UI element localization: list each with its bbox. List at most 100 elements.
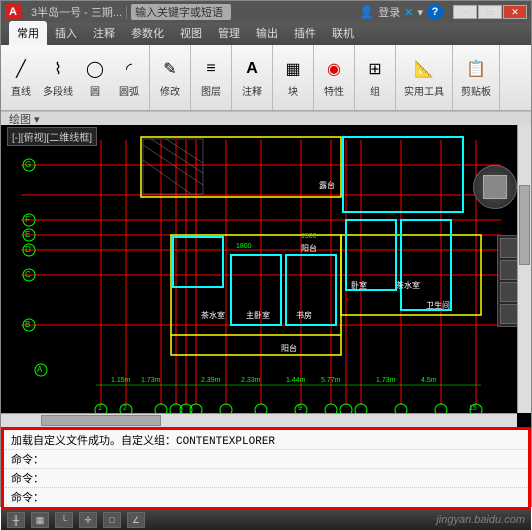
tab-view[interactable]: 视图	[172, 21, 210, 45]
col-label: 9	[298, 405, 302, 412]
cmd-history-line: 加载自定义文件成功。自定义组：CONTENTEXPLORER	[5, 431, 527, 450]
polyline-button[interactable]: ⌇多段线	[39, 55, 77, 100]
line-icon: ╱	[9, 57, 33, 81]
search-input[interactable]: 输入关键字或短语	[131, 4, 231, 20]
status-grid[interactable]: ▦	[31, 512, 49, 528]
dim-label: 1500	[301, 233, 317, 240]
layer-icon: ≡	[199, 57, 223, 81]
room-label: 茶水室	[201, 310, 225, 321]
block-button[interactable]: ▦块	[277, 55, 309, 100]
text-icon: A	[240, 57, 264, 81]
grid-label: E	[25, 230, 30, 239]
tab-plugin[interactable]: 插件	[286, 21, 324, 45]
ribbon: ╱直线 ⌇多段线 ◯圆 ◜圆弧 ✎修改 ≡图层 A注释 ▦块 ◉特性 ⊞组 📐实…	[1, 45, 531, 111]
quick-access-toolbar: A 3半岛一号 - 三期... 输入关键字或短语 👤 登录 ✕ ▾ ? ─ ▭ …	[1, 1, 531, 23]
grid-label: D	[25, 245, 31, 254]
tab-manage[interactable]: 管理	[210, 21, 248, 45]
room-label: 露台	[319, 180, 335, 191]
tab-annotate[interactable]: 注释	[85, 21, 123, 45]
dim-label: 5.77m	[321, 377, 340, 384]
dim-label: 2.33m	[241, 377, 260, 384]
dim-label: 2.39m	[201, 377, 220, 384]
panel-modify: ✎修改	[150, 45, 191, 110]
status-polar[interactable]: ✛	[79, 512, 97, 528]
help-button[interactable]: ?	[427, 4, 443, 20]
panel-block: ▦块	[273, 45, 314, 110]
dim-label: 1.15m	[111, 377, 130, 384]
tab-output[interactable]: 输出	[248, 21, 286, 45]
clip-button[interactable]: 📋剪贴板	[457, 55, 495, 100]
room-label: 主卧室	[246, 310, 270, 321]
panel-clip: 📋剪贴板	[453, 45, 500, 110]
status-ortho[interactable]: └	[55, 512, 73, 528]
title-text: 3半岛一号 - 三期...	[31, 4, 122, 20]
modify-icon: ✎	[158, 57, 182, 81]
line-button[interactable]: ╱直线	[5, 55, 37, 100]
status-osnap[interactable]: □	[103, 512, 121, 528]
col-label: 1	[98, 405, 102, 412]
login-link[interactable]: 登录	[378, 4, 400, 20]
tab-parametric[interactable]: 参数化	[123, 21, 172, 45]
room-label: 阳台	[301, 243, 317, 254]
polyline-icon: ⌇	[46, 57, 70, 81]
tab-insert[interactable]: 插入	[47, 21, 85, 45]
minimize-button[interactable]: ─	[453, 5, 477, 19]
scrollbar-vertical[interactable]	[517, 125, 531, 413]
drawing-area[interactable]: [-][俯视][二维线框]	[1, 125, 531, 427]
group-icon: ⊞	[363, 57, 387, 81]
dim-label: 1.73m	[141, 377, 160, 384]
col-label: 15	[469, 405, 477, 412]
annot-button[interactable]: A注释	[236, 55, 268, 100]
prop-button[interactable]: ◉特性	[318, 55, 350, 100]
modify-button[interactable]: ✎修改	[154, 55, 186, 100]
status-snap[interactable]: ╫	[7, 512, 25, 528]
grid-label: G	[25, 160, 31, 169]
panel-group: ⊞组	[355, 45, 396, 110]
panel-annot: A注释	[232, 45, 273, 110]
command-window[interactable]: 加载自定义文件成功。自定义组：CONTENTEXPLORER 命令： 命令： 命…	[1, 427, 531, 510]
dim-label: 1.73m	[376, 377, 395, 384]
status-bar: ╫ ▦ └ ✛ □ ∠ jingyan.baidu.com	[1, 510, 531, 530]
panel-prop: ◉特性	[314, 45, 355, 110]
layer-button[interactable]: ≡图层	[195, 55, 227, 100]
dim-label: 4.5m	[421, 377, 437, 384]
arc-button[interactable]: ◜圆弧	[113, 55, 145, 100]
panel-draw-label: 绘图 ▾	[1, 111, 531, 125]
grid-label: F	[25, 215, 30, 224]
user-icon[interactable]: 👤	[359, 5, 374, 19]
room-label: 卧室	[351, 280, 367, 291]
cmd-history-line: 命令：	[5, 469, 527, 488]
app-icon[interactable]: A	[5, 4, 21, 20]
clipboard-icon: 📋	[464, 57, 488, 81]
dropdown-icon[interactable]: ▾	[417, 6, 423, 19]
grid-label: B	[25, 320, 30, 329]
cmd-input-line[interactable]: 命令：	[5, 488, 527, 506]
group-button[interactable]: ⊞组	[359, 55, 391, 100]
circle-icon: ◯	[83, 57, 107, 81]
tab-common[interactable]: 常用	[9, 21, 47, 45]
col-label: 2	[123, 405, 127, 412]
panel-util: 📐实用工具	[396, 45, 453, 110]
dim-label: 1800	[236, 243, 252, 250]
panel-draw: ╱直线 ⌇多段线 ◯圆 ◜圆弧	[1, 45, 150, 110]
tab-online[interactable]: 联机	[324, 21, 362, 45]
cmd-history-line: 命令：	[5, 450, 527, 469]
arc-icon: ◜	[117, 57, 141, 81]
room-label: 书房	[296, 310, 312, 321]
scrollbar-horizontal[interactable]	[1, 413, 517, 427]
room-label: 卫生间	[426, 300, 450, 311]
room-label: 阳台	[281, 343, 297, 354]
maximize-button[interactable]: ▭	[478, 5, 502, 19]
exchange-icon[interactable]: ✕	[404, 6, 413, 19]
watermark: jingyan.baidu.com	[436, 514, 525, 526]
viewcube[interactable]	[473, 165, 517, 209]
grid-label: C	[25, 270, 31, 279]
room-label: 茶水室	[396, 280, 420, 291]
util-button[interactable]: 📐实用工具	[400, 55, 448, 100]
status-otrack[interactable]: ∠	[127, 512, 145, 528]
grid-label: A	[37, 365, 42, 374]
circle-button[interactable]: ◯圆	[79, 55, 111, 100]
util-icon: 📐	[412, 57, 436, 81]
close-button[interactable]: ✕	[503, 5, 527, 19]
prop-icon: ◉	[322, 57, 346, 81]
